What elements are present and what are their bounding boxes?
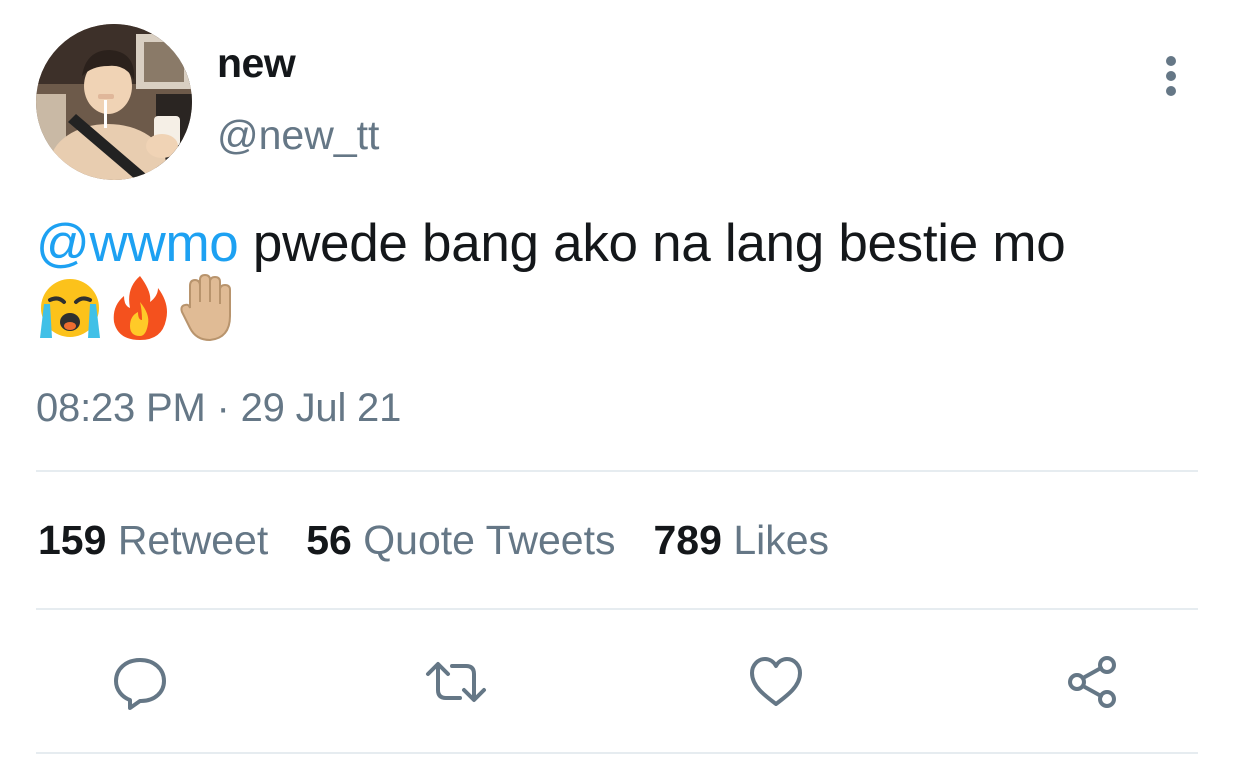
fire-icon <box>113 276 167 340</box>
more-options-button[interactable] <box>1150 48 1192 104</box>
reply-icon <box>114 658 166 710</box>
user-handle[interactable]: @new_tt <box>217 112 379 159</box>
divider <box>36 470 1198 472</box>
tweet-time: 08:23 PM <box>36 386 206 430</box>
retweet-count-link[interactable]: 159 Retweet <box>38 517 268 564</box>
quote-label: Quote Tweets <box>363 517 616 563</box>
avatar-photo <box>36 24 192 180</box>
divider <box>36 608 1198 610</box>
tweet-body: pwede bang ako na lang bestie mo <box>238 214 1066 273</box>
engagement-stats: 159 Retweet 56 Quote Tweets 789 Likes <box>38 517 867 564</box>
retweet-icon <box>426 662 486 702</box>
tweet-text: @wwmo pwede bang ako na lang bestie mo <box>36 210 1206 278</box>
like-count: 789 <box>653 517 722 563</box>
like-button[interactable] <box>744 650 808 714</box>
display-name[interactable]: new <box>217 40 296 87</box>
reply-button[interactable] <box>108 650 172 714</box>
tweet-timestamp[interactable]: 08:23 PM · 29 Jul 21 <box>36 386 401 431</box>
more-vertical-icon <box>1166 56 1176 96</box>
heart-icon <box>750 657 802 706</box>
tweet-date: 29 Jul 21 <box>240 386 402 430</box>
share-icon <box>1068 656 1116 708</box>
emoji-row <box>36 272 240 344</box>
loudly-crying-face-icon <box>40 279 100 338</box>
quote-count-link[interactable]: 56 Quote Tweets <box>306 517 615 564</box>
divider <box>36 752 1198 754</box>
retweet-count: 159 <box>38 517 107 563</box>
raised-hand-icon <box>180 273 231 342</box>
share-button[interactable] <box>1061 650 1125 714</box>
like-count-link[interactable]: 789 Likes <box>654 517 830 564</box>
tweet-detail: new @new_tt @wwmo pwede bang ako na lang… <box>0 0 1235 774</box>
timestamp-separator: · <box>216 386 230 430</box>
retweet-button[interactable] <box>424 650 488 714</box>
quote-count: 56 <box>306 517 352 563</box>
mention-link[interactable]: @wwmo <box>36 214 239 273</box>
like-label: Likes <box>733 517 830 563</box>
retweet-label: Retweet <box>117 517 269 563</box>
avatar[interactable] <box>36 24 192 180</box>
